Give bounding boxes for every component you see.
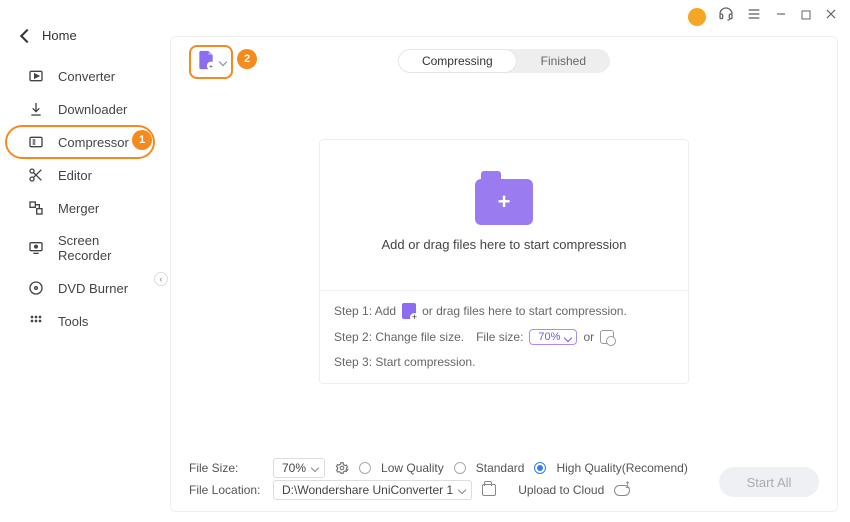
sidebar-item-screen-recorder[interactable]: Screen Recorder (6, 225, 154, 271)
sidebar-item-label: Tools (58, 314, 88, 329)
scissors-icon (28, 167, 44, 183)
step1-suffix: or drag files here to start compression. (422, 304, 627, 318)
step2-or: or (583, 330, 594, 344)
maximize-icon[interactable] (800, 8, 812, 26)
location-label: File Location: (189, 483, 263, 497)
filesize-percent-select[interactable]: 70% (529, 329, 577, 345)
sidebar-item-label: DVD Burner (58, 281, 128, 296)
status-tabs: Compressing Finished (398, 49, 610, 73)
minimize-icon[interactable] (774, 7, 788, 26)
footer: File Size: 70% Low Quality Standard High… (189, 457, 819, 503)
step2-prefix: Step 2: Change file size. (334, 330, 464, 344)
add-file-icon: + (196, 49, 216, 76)
user-avatar-icon[interactable] (688, 8, 706, 26)
quality-high-radio[interactable] (534, 462, 546, 474)
support-icon[interactable] (718, 6, 734, 27)
sidebar-item-dvd-burner[interactable]: DVD Burner (6, 272, 154, 304)
quality-high-label[interactable]: High Quality(Recomend) (556, 461, 687, 475)
location-select[interactable]: D:\Wondershare UniConverter 1 (273, 480, 472, 500)
sidebar-collapse-handle[interactable]: ‹ (154, 272, 168, 286)
merger-icon (28, 200, 44, 216)
filesize-label: File Size: (189, 461, 263, 475)
drop-panel: Add or drag files here to start compress… (319, 139, 689, 384)
screen-recorder-icon (28, 240, 44, 256)
sidebar-item-label: Merger (58, 201, 99, 216)
chevron-down-icon (219, 58, 227, 66)
callout-1: 1 (132, 130, 152, 150)
sidebar-item-tools[interactable]: Tools (6, 305, 154, 337)
sidebar-item-label: Screen Recorder (58, 233, 140, 263)
sidebar-item-merger[interactable]: Merger (6, 192, 154, 224)
filesize-select[interactable]: 70% (273, 458, 325, 478)
cloud-upload-icon[interactable] (614, 485, 630, 496)
grid-icon (28, 313, 44, 329)
quality-low-label[interactable]: Low Quality (381, 461, 444, 475)
home-label[interactable]: Home (42, 28, 77, 43)
start-all-button[interactable]: Start All (719, 467, 819, 497)
sidebar-item-label: Converter (58, 69, 115, 84)
main-panel: + 2 Compressing Finished Add or drag fil… (170, 36, 838, 512)
gear-icon[interactable] (335, 461, 349, 475)
steps-panel: Step 1: Add or drag files here to start … (320, 290, 688, 383)
folder-plus-icon (475, 179, 533, 225)
sidebar-item-label: Compressor (58, 135, 129, 150)
callout-2: 2 (237, 49, 257, 69)
menu-icon[interactable] (746, 6, 762, 27)
sidebar-item-converter[interactable]: Converter (6, 60, 154, 92)
drop-headline: Add or drag files here to start compress… (382, 237, 627, 252)
step1-prefix: Step 1: Add (334, 304, 396, 318)
close-icon[interactable] (824, 7, 838, 26)
add-file-icon[interactable] (402, 303, 416, 319)
sidebar-item-editor[interactable]: Editor (6, 159, 154, 191)
sidebar-item-label: Downloader (58, 102, 127, 117)
folder-icon[interactable] (482, 484, 496, 496)
quality-standard-label[interactable]: Standard (476, 461, 525, 475)
tab-compressing[interactable]: Compressing (398, 49, 517, 73)
tab-finished[interactable]: Finished (517, 49, 610, 73)
add-files-button[interactable]: + (189, 45, 233, 79)
step2-filesize-label: File size: (476, 330, 523, 344)
step3: Step 3: Start compression. (334, 355, 475, 369)
upload-cloud-label[interactable]: Upload to Cloud (518, 483, 604, 497)
custom-size-icon[interactable] (600, 330, 614, 344)
svg-text:+: + (209, 63, 213, 70)
download-icon (28, 101, 44, 117)
converter-icon (28, 68, 44, 84)
quality-low-radio[interactable] (359, 462, 371, 474)
disc-icon (28, 280, 44, 296)
sidebar: Home Converter Downloader Compressor Edi… (0, 0, 160, 522)
sidebar-item-label: Editor (58, 168, 92, 183)
compressor-icon (28, 134, 44, 150)
sidebar-item-downloader[interactable]: Downloader (6, 93, 154, 125)
quality-standard-radio[interactable] (454, 462, 466, 474)
drop-zone[interactable]: Add or drag files here to start compress… (320, 140, 688, 290)
back-icon[interactable] (20, 28, 34, 42)
